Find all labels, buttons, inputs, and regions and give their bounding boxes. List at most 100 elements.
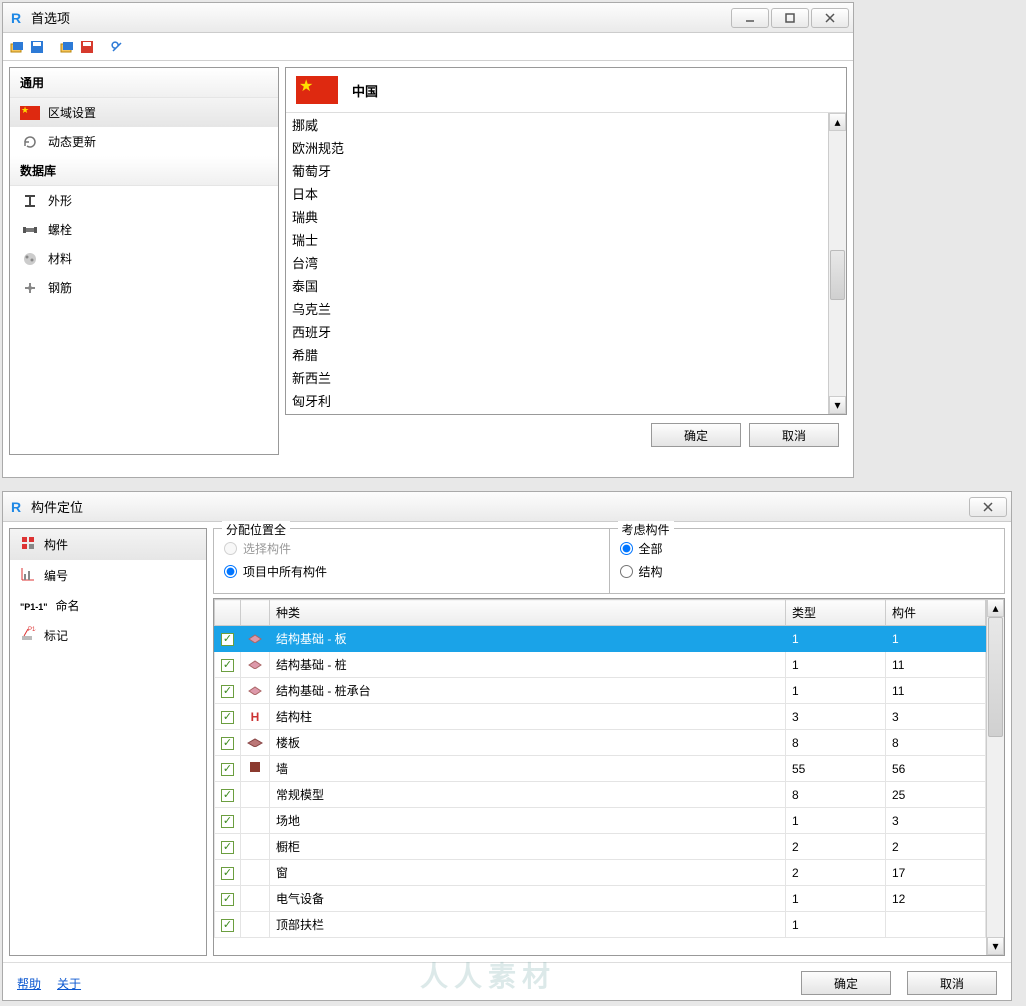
cell-count: 56 [886,756,986,782]
cell-count: 11 [886,678,986,704]
table-header[interactable] [215,600,241,626]
cell-type: 1 [786,626,886,652]
cell-kind: 墙 [270,756,786,782]
row-checkbox[interactable] [221,841,234,854]
scrollbar[interactable]: ▴ ▾ [828,113,846,414]
table-row[interactable]: 窗217 [215,860,986,886]
row-checkbox[interactable] [221,789,234,802]
country-item[interactable]: 瑞士 [286,228,828,251]
sidebar-item-2[interactable]: "P1-1"命名 [10,591,206,620]
radio-all-components[interactable]: 项目中所有构件 [224,560,599,583]
table-row[interactable]: 常规模型825 [215,782,986,808]
table-row[interactable]: 电气设备112 [215,886,986,912]
scroll-up-icon[interactable]: ▴ [987,599,1004,617]
table-header[interactable]: 构件 [886,600,986,626]
table-row[interactable]: 墙5556 [215,756,986,782]
cell-count: 12 [886,886,986,912]
table-header[interactable] [241,600,270,626]
country-item[interactable]: 台湾 [286,251,828,274]
cell-count: 17 [886,860,986,886]
sidebar-item-0[interactable]: 构件 [10,529,206,560]
row-checkbox[interactable] [221,711,234,724]
sidebar-item-1[interactable]: 编号 [10,560,206,591]
cell-type: 1 [786,678,886,704]
row-checkbox[interactable] [221,763,234,776]
help-link[interactable]: 帮助 [17,975,41,992]
radio-all[interactable]: 全部 [620,537,995,560]
country-item[interactable]: 西班牙 [286,320,828,343]
close-button[interactable] [969,497,1007,517]
row-checkbox[interactable] [221,919,234,932]
table-row[interactable]: H结构柱33 [215,704,986,730]
scroll-thumb[interactable] [830,250,845,300]
table-row[interactable]: 橱柜22 [215,834,986,860]
table-row[interactable]: 顶部扶栏1 [215,912,986,938]
row-checkbox[interactable] [221,867,234,880]
table-row[interactable]: 楼板88 [215,730,986,756]
row-type-icon [247,735,263,749]
name-icon: "P1-1" [20,599,48,613]
country-item[interactable]: 匈牙利 [286,389,828,412]
country-item[interactable]: 欧洲规范 [286,136,828,159]
sidebar-item-db-0[interactable]: 外形 [10,186,278,215]
about-link[interactable]: 关于 [57,975,81,992]
country-item[interactable]: 泰国 [286,274,828,297]
country-item[interactable]: 新西兰 [286,366,828,389]
table-header[interactable]: 种类 [270,600,786,626]
sidebar-item-db-3[interactable]: 钢筋 [10,273,278,302]
country-item[interactable]: 日本 [286,182,828,205]
table-row[interactable]: 结构基础 - 桩承台111 [215,678,986,704]
scroll-down-icon[interactable]: ▾ [987,937,1004,955]
sidebar-item-label: 钢筋 [48,279,72,296]
wrench-icon[interactable] [109,39,125,55]
table-row[interactable]: 场地13 [215,808,986,834]
country-item[interactable]: 挪威 [286,113,828,136]
row-checkbox[interactable] [221,893,234,906]
save-icon[interactable] [29,39,45,55]
row-checkbox[interactable] [221,659,234,672]
table-scrollbar[interactable]: ▴ ▾ [986,599,1004,955]
row-checkbox[interactable] [221,737,234,750]
cell-kind: 顶部扶栏 [270,912,786,938]
scroll-up-icon[interactable]: ▴ [829,113,846,131]
table-header[interactable]: 类型 [786,600,886,626]
country-item[interactable]: 意大利 [286,412,828,414]
country-list[interactable]: 挪威欧洲规范葡萄牙日本瑞典瑞士台湾泰国乌克兰西班牙希腊新西兰匈牙利意大利印度英国… [286,113,828,414]
cancel-button[interactable]: 取消 [749,423,839,447]
component-table[interactable]: 种类类型构件 结构基础 - 板11结构基础 - 桩111结构基础 - 桩承台11… [214,599,986,938]
svg-text:P1-1: P1-1 [28,627,36,633]
titlebar: R 构件定位 [3,492,1011,522]
sidebar-item-0[interactable]: 区域设置 [10,98,278,127]
country-item[interactable]: 乌克兰 [286,297,828,320]
row-checkbox[interactable] [221,633,234,646]
cell-kind: 常规模型 [270,782,786,808]
radio-structure[interactable]: 结构 [620,560,995,583]
maximize-button[interactable] [771,8,809,28]
country-item[interactable]: 葡萄牙 [286,159,828,182]
sidebar-item-3[interactable]: P1-1标记 [10,620,206,651]
sidebar-item-db-2[interactable]: 材料 [10,244,278,273]
table-row[interactable]: 结构基础 - 桩111 [215,652,986,678]
open-icon[interactable] [9,39,25,55]
component-table-wrap: 种类类型构件 结构基础 - 板11结构基础 - 桩111结构基础 - 桩承台11… [213,598,1005,956]
ok-button[interactable]: 确定 [651,423,741,447]
open2-icon[interactable] [59,39,75,55]
save-red-icon[interactable] [79,39,95,55]
close-button[interactable] [811,8,849,28]
scroll-down-icon[interactable]: ▾ [829,396,846,414]
table-row[interactable]: 结构基础 - 板11 [215,626,986,652]
cell-type: 2 [786,860,886,886]
ok-button[interactable]: 确定 [801,971,891,995]
row-checkbox[interactable] [221,815,234,828]
sidebar-item-label: 螺栓 [48,221,72,238]
row-checkbox[interactable] [221,685,234,698]
sidebar-item-db-1[interactable]: 螺栓 [10,215,278,244]
cancel-button[interactable]: 取消 [907,971,997,995]
sidebar-item-1[interactable]: 动态更新 [10,127,278,156]
minimize-button[interactable] [731,8,769,28]
country-item[interactable]: 希腊 [286,343,828,366]
cell-kind: 橱柜 [270,834,786,860]
row-type-icon [247,631,263,645]
scroll-thumb[interactable] [988,617,1003,737]
country-item[interactable]: 瑞典 [286,205,828,228]
